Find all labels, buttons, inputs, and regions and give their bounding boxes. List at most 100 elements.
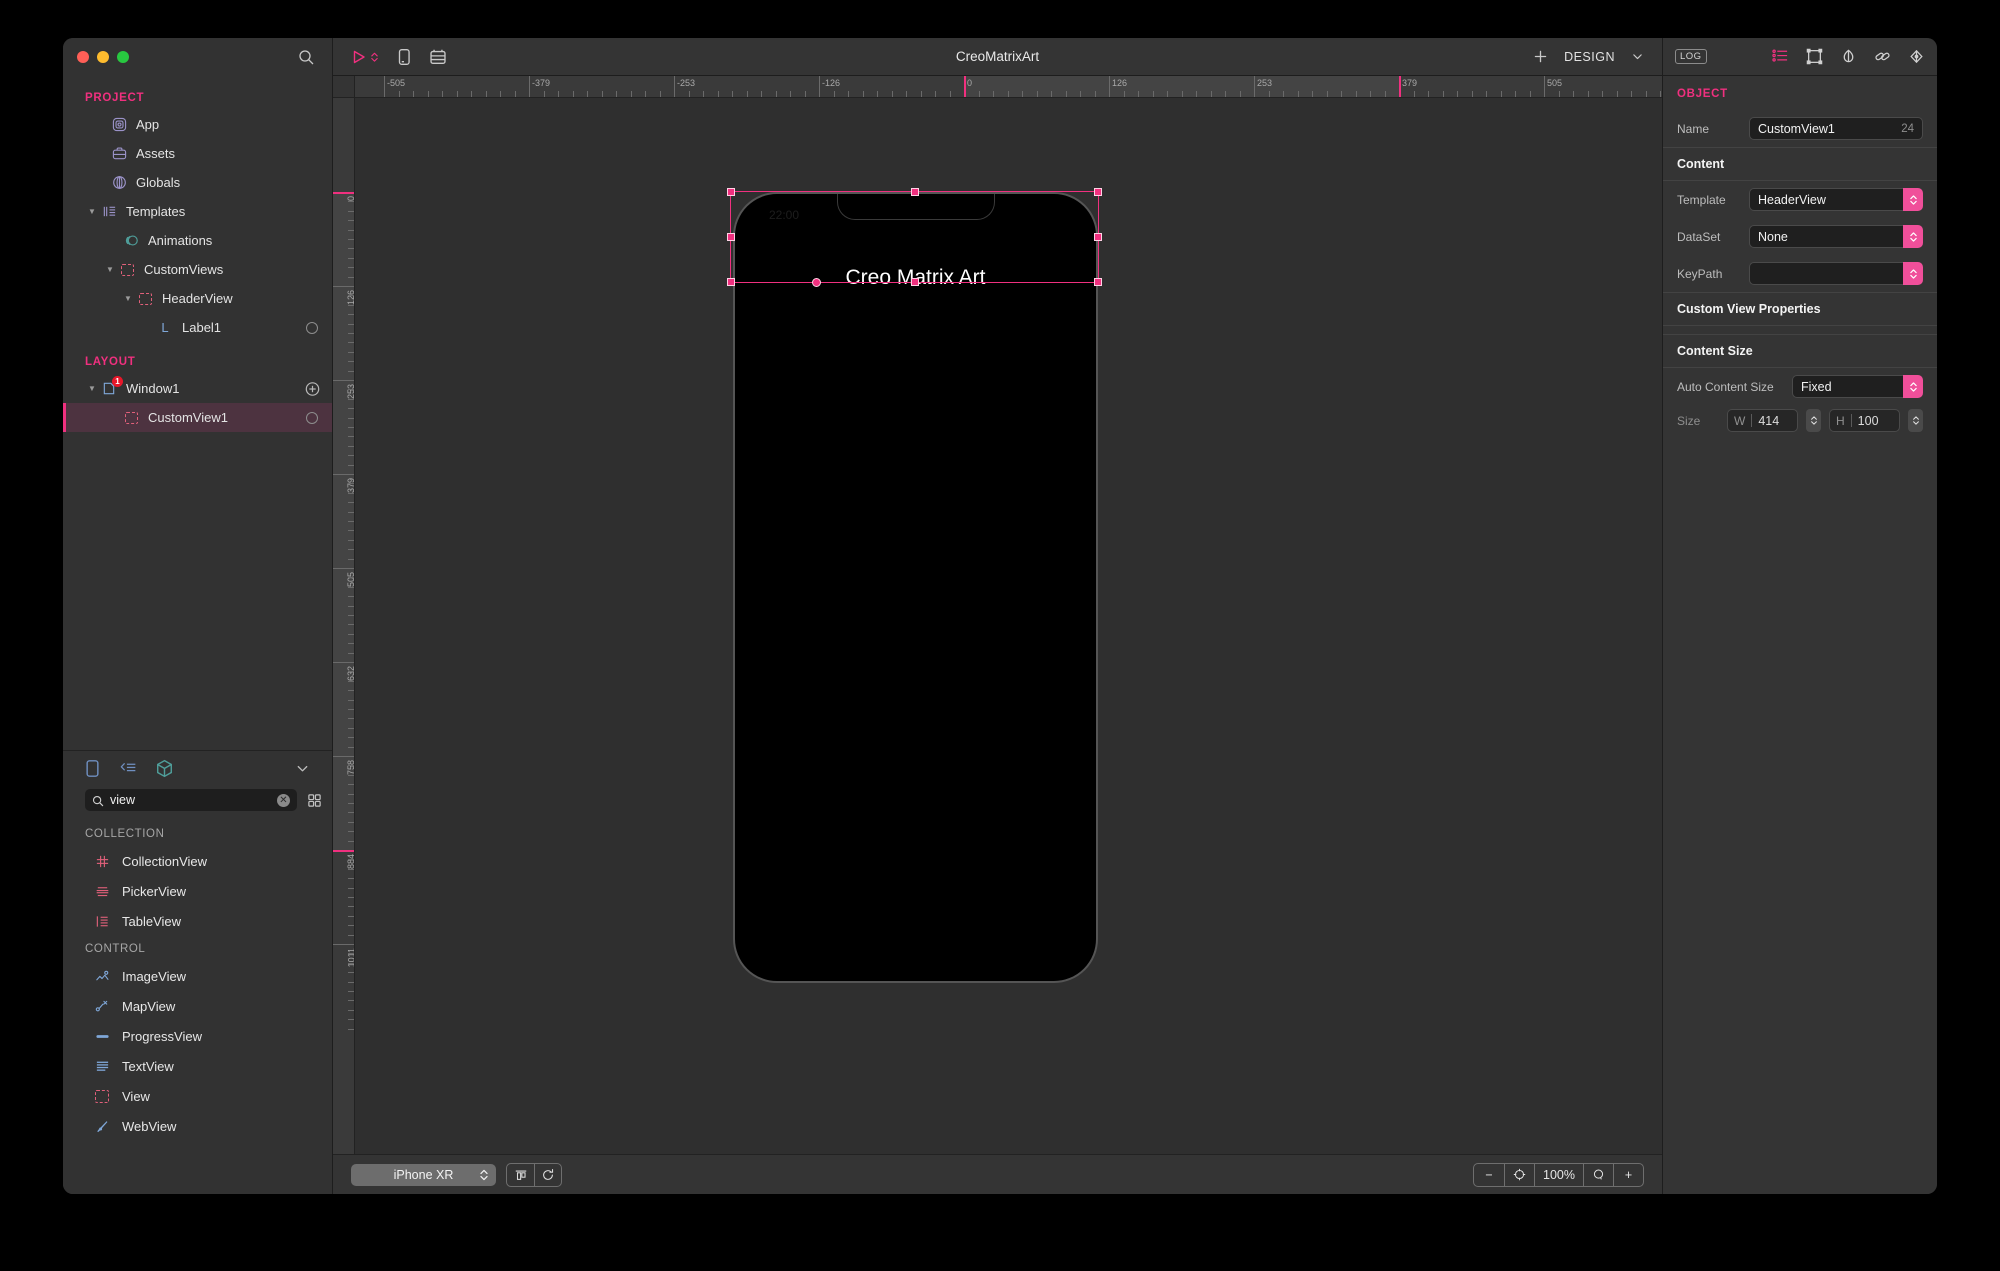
zoom-button[interactable] <box>117 51 129 63</box>
ruler-minor-tick <box>348 888 354 889</box>
add-object-button[interactable] <box>305 381 320 396</box>
progressview-icon <box>91 1028 113 1044</box>
tree-item-assets[interactable]: Assets <box>63 139 332 168</box>
auto-content-size-select[interactable]: Fixed <box>1792 375 1923 398</box>
tree-item-customview1[interactable]: CustomView1 <box>63 403 332 432</box>
ruler-minor-tick <box>348 897 354 898</box>
device-preview-icon[interactable] <box>395 48 413 66</box>
device-icon[interactable] <box>83 759 102 778</box>
style-icon[interactable] <box>1840 48 1857 65</box>
ruler-minor-tick <box>1501 91 1502 97</box>
keypath-select[interactable] <box>1749 262 1923 285</box>
tree-item-animations[interactable]: Animations <box>63 226 332 255</box>
library-item-textview[interactable]: TextView <box>63 1051 332 1081</box>
width-input[interactable]: W 414 <box>1727 409 1798 432</box>
search-input[interactable]: ✕ <box>85 789 297 811</box>
handle-top-right[interactable] <box>1094 188 1102 196</box>
actual-size-icon[interactable] <box>1583 1164 1613 1186</box>
cube-icon[interactable] <box>155 759 174 778</box>
disclosure-triangle[interactable]: ▼ <box>103 266 117 274</box>
width-stepper[interactable] <box>1806 409 1821 432</box>
ruler-minor-tick <box>1573 91 1574 97</box>
ruler-minor-tick <box>573 91 574 97</box>
layout-icon[interactable] <box>1806 48 1823 65</box>
ruler-minor-tick <box>1269 91 1270 97</box>
zoom-out-button[interactable]: − <box>1474 1164 1504 1186</box>
ruler-minor-tick <box>457 91 458 97</box>
play-icon[interactable] <box>351 49 367 65</box>
tree-item-app[interactable]: App <box>63 110 332 139</box>
attributes-icon[interactable] <box>1772 48 1789 65</box>
actions-icon[interactable] <box>119 759 138 778</box>
chevron-down-icon[interactable] <box>1631 50 1644 63</box>
name-input[interactable]: CustomView1 24 <box>1749 117 1923 140</box>
ruler-label: 505 <box>1544 78 1562 88</box>
search-icon[interactable] <box>298 49 314 65</box>
mapview-icon <box>91 998 113 1014</box>
stepper-icon[interactable] <box>1903 225 1923 248</box>
library-item-webview[interactable]: WebView <box>63 1111 332 1141</box>
ruler-label: 253 <box>346 384 355 399</box>
ruler-minor-tick <box>442 91 443 97</box>
search-field[interactable] <box>110 793 271 807</box>
layers-icon[interactable] <box>429 48 447 66</box>
orientation-icon[interactable] <box>507 1164 534 1186</box>
ruler-minor-tick <box>979 91 980 97</box>
name-char-count: 24 <box>1901 123 1914 135</box>
device-selector[interactable]: iPhone XR <box>351 1164 496 1186</box>
actions-icon[interactable] <box>1908 48 1925 65</box>
ruler-minor-tick <box>348 446 354 447</box>
template-select[interactable]: HeaderView <box>1749 188 1923 211</box>
dataset-select[interactable]: None <box>1749 225 1923 248</box>
library-item-imageview[interactable]: ImageView <box>63 961 332 991</box>
stepper-icon[interactable] <box>1903 262 1923 285</box>
ruler-minor-tick <box>950 91 951 97</box>
tree-item-label1[interactable]: L Label1 <box>63 313 332 342</box>
rotate-icon[interactable] <box>534 1164 561 1186</box>
tree-item-window1[interactable]: ▼ 1 Window1 <box>63 374 332 403</box>
stepper-icon[interactable] <box>370 50 379 64</box>
tree-item-customviews[interactable]: ▼ CustomViews <box>63 255 332 284</box>
connection-dot[interactable] <box>306 322 318 334</box>
stepper-icon[interactable] <box>1903 375 1923 398</box>
templates-icon <box>99 204 119 220</box>
connection-dot[interactable] <box>306 412 318 424</box>
clear-icon[interactable]: ✕ <box>277 794 290 807</box>
library-item-progressview[interactable]: ProgressView <box>63 1021 332 1051</box>
ruler-minor-tick <box>906 91 907 97</box>
tree-item-headerview[interactable]: ▼ HeaderView <box>63 284 332 313</box>
bindings-icon[interactable] <box>1874 48 1891 65</box>
library-item-mapview[interactable]: MapView <box>63 991 332 1021</box>
target-icon[interactable] <box>1504 1164 1534 1186</box>
disclosure-triangle[interactable]: ▼ <box>121 295 135 303</box>
design-canvas[interactable]: 22:00 Creo Matrix Art <box>355 98 1662 1154</box>
ruler-minor-tick <box>348 371 354 372</box>
textview-icon <box>91 1058 113 1074</box>
stepper-icon[interactable] <box>479 1167 489 1183</box>
close-button[interactable] <box>77 51 89 63</box>
ruler-minor-tick <box>616 91 617 97</box>
zoom-value[interactable]: 100% <box>1534 1164 1583 1186</box>
chevron-down-icon[interactable] <box>295 761 310 776</box>
grid-icon[interactable] <box>307 793 322 808</box>
plus-icon[interactable] <box>1533 49 1548 64</box>
mode-label[interactable]: DESIGN <box>1564 50 1615 64</box>
content-size-header: Content Size <box>1663 335 1937 367</box>
library-item-view[interactable]: View <box>63 1081 332 1111</box>
library-item-collectionview[interactable]: CollectionView <box>63 846 332 876</box>
height-stepper[interactable] <box>1908 409 1923 432</box>
stepper-icon[interactable] <box>1903 188 1923 211</box>
zoom-in-button[interactable]: + <box>1613 1164 1643 1186</box>
tree-item-templates[interactable]: ▼ Templates <box>63 197 332 226</box>
log-button[interactable]: LOG <box>1675 49 1707 64</box>
library-item-tableview[interactable]: TableView <box>63 906 332 936</box>
minimize-button[interactable] <box>97 51 109 63</box>
handle-top-left[interactable] <box>727 188 735 196</box>
run-control[interactable] <box>351 49 379 65</box>
library-item-pickerview[interactable]: PickerView <box>63 876 332 906</box>
disclosure-triangle[interactable]: ▼ <box>85 208 99 216</box>
height-input[interactable]: H 100 <box>1829 409 1900 432</box>
tree-item-globals[interactable]: Globals <box>63 168 332 197</box>
window-controls[interactable] <box>77 51 129 63</box>
disclosure-triangle[interactable]: ▼ <box>85 385 99 393</box>
